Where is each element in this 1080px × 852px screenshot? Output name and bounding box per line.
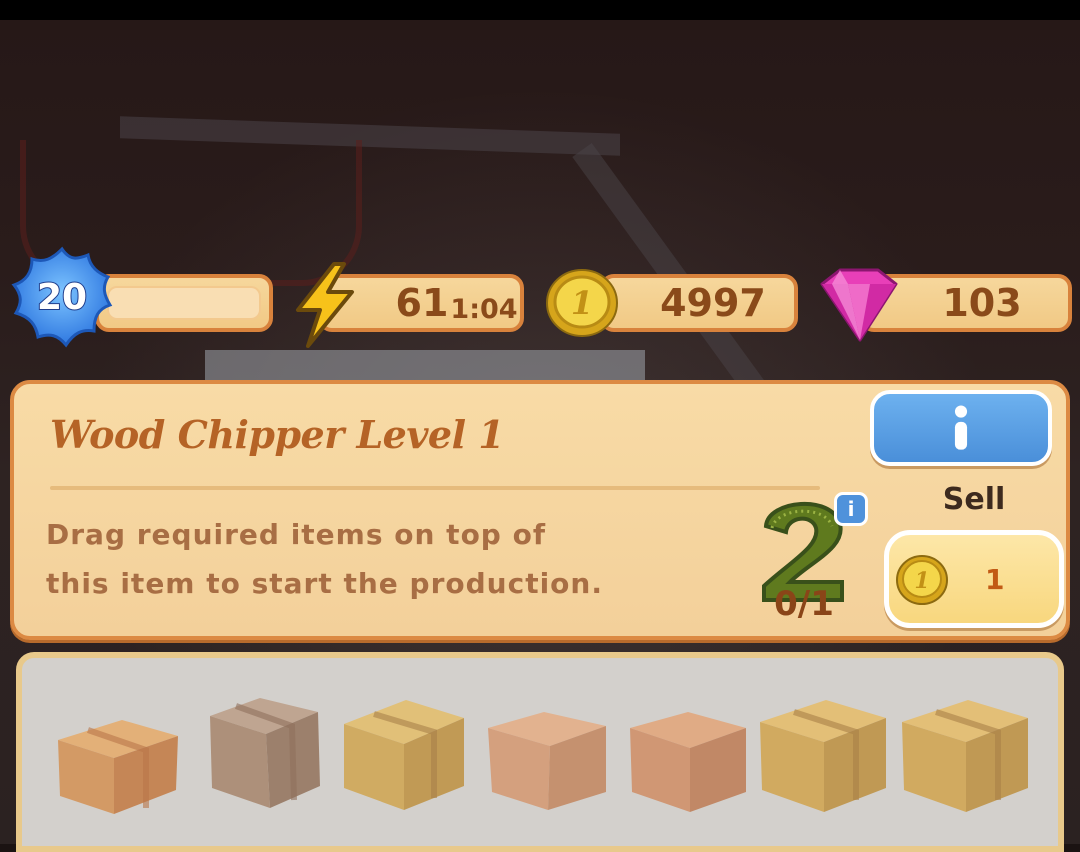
gem-icon [820, 268, 898, 342]
coin-icon: 1 [546, 269, 618, 337]
cardboard-box-icon [902, 700, 1028, 812]
info-icon: i [847, 497, 855, 521]
cardboard-box-icon [488, 712, 606, 810]
item-info-button[interactable] [870, 390, 1052, 466]
board-tile-box[interactable] [190, 676, 330, 816]
board-tile-box[interactable] [894, 678, 1034, 818]
sell-button[interactable]: 1 1 [884, 530, 1064, 628]
requirement-progress: 0/1 [774, 584, 834, 624]
sell-label: Sell [942, 482, 1006, 517]
energy-value: 61 [395, 281, 449, 325]
board-tile-box[interactable] [330, 678, 470, 818]
lightning-icon [296, 262, 354, 348]
energy-timer: 1:04 [450, 293, 518, 325]
board-tile-box[interactable] [44, 686, 184, 826]
svg-text:1: 1 [571, 284, 593, 322]
svg-text:1: 1 [914, 568, 929, 594]
cardboard-box-icon [344, 700, 464, 810]
board-tile-box[interactable] [478, 688, 618, 828]
info-icon [874, 394, 1048, 462]
cardboard-box-icon [210, 698, 320, 808]
board-tile-box[interactable] [752, 678, 892, 818]
divider [50, 486, 820, 490]
requirement-info-button[interactable]: i [834, 492, 868, 526]
xp-bar[interactable] [95, 274, 273, 332]
cardboard-box-icon [760, 700, 886, 812]
coin-icon: 1 [896, 555, 948, 605]
level-badge[interactable]: 20 [10, 245, 114, 349]
cardboard-box-icon [630, 712, 746, 812]
item-description: Drag required items on top of this item … [46, 518, 603, 600]
coins-value: 4997 [660, 281, 766, 325]
status-bar [0, 0, 1080, 20]
gems-value: 103 [942, 281, 1022, 325]
coins-counter[interactable]: 4997 [600, 274, 798, 332]
item-title: Wood Chipper Level 1 [50, 412, 505, 457]
sell-price: 1 [985, 562, 1005, 596]
cardboard-box-icon [58, 720, 178, 814]
board-tile-box[interactable] [618, 688, 758, 828]
item-info-panel: Wood Chipper Level 1 Drag required items… [10, 380, 1070, 640]
xp-bar-fill [107, 286, 261, 320]
level-number: 20 [36, 276, 88, 319]
merge-board [16, 652, 1064, 852]
